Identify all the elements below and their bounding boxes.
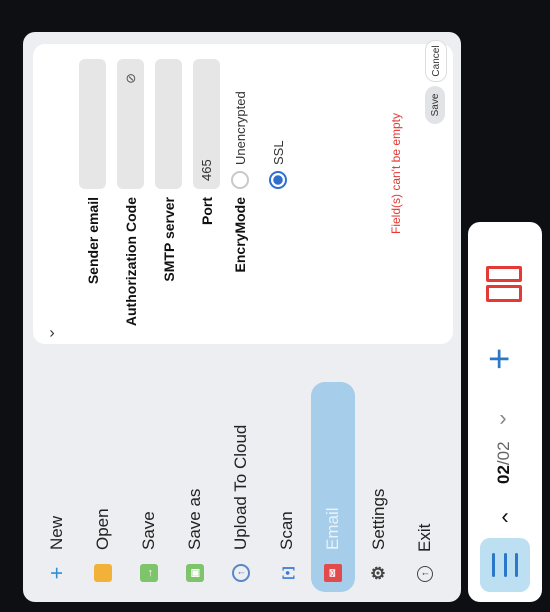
main-menu-panel: + New Open → Save ▣ Save as ↑ Upload To … — [23, 32, 461, 602]
menu-list: + New Open → Save ▣ Save as ↑ Upload To … — [23, 362, 461, 602]
encry-mode-options: Unencrypted — [231, 59, 249, 189]
email-icon: ✉ — [324, 564, 342, 582]
menu-item-open[interactable]: Open — [81, 382, 125, 592]
sender-email-row: Sender email — [79, 54, 106, 334]
radio-unencrypted[interactable]: Unencrypted — [231, 59, 249, 189]
menu-item-label: Scan — [277, 511, 296, 550]
save-as-icon: ▣ — [186, 564, 204, 582]
encry-mode-row: EncryMode Unencrypted — [231, 54, 249, 334]
add-page-icon[interactable]: + — [479, 348, 521, 370]
open-folder-icon — [94, 564, 112, 582]
cloud-upload-icon: ↑ — [232, 564, 250, 582]
port-field[interactable] — [193, 59, 220, 189]
scan-icon: [•] — [279, 566, 295, 580]
menu-item-new[interactable]: + New — [35, 382, 79, 592]
menu-item-exit[interactable]: ↑ Exit — [403, 382, 447, 592]
hamburger-icon — [492, 553, 518, 577]
menu-item-label: Save as — [185, 488, 204, 550]
page-current: 02 — [494, 465, 513, 484]
email-settings-card: › Sender email Authorization Code ⊘ SMTP… — [33, 40, 453, 344]
menu-item-save-as[interactable]: ▣ Save as — [173, 382, 217, 592]
save-icon: → — [140, 564, 158, 582]
radio-unencrypted-circle — [231, 171, 249, 189]
eye-off-icon[interactable]: ⊘ — [123, 73, 139, 84]
gear-icon: ⚙ — [369, 565, 388, 581]
smtp-server-row: SMTP server — [155, 54, 182, 334]
menu-item-label: Email — [323, 507, 342, 550]
page-toolbar: ‹ 02/02 ‹ + — [468, 222, 542, 602]
menu-item-label: Exit — [415, 523, 434, 552]
cancel-button[interactable]: Cancel — [425, 40, 447, 82]
page-total: /02 — [494, 441, 513, 466]
authorization-code-label: Authorization Code — [122, 197, 139, 327]
sender-email-field[interactable] — [79, 59, 106, 189]
sender-email-label: Sender email — [84, 197, 101, 285]
smtp-server-field[interactable] — [155, 59, 182, 189]
menu-item-settings[interactable]: ⚙ Settings — [357, 382, 401, 592]
chevron-right-icon[interactable]: ‹ — [499, 407, 506, 433]
radio-ssl-circle — [269, 171, 287, 189]
split-view-icon[interactable] — [486, 266, 522, 302]
chevron-left-icon[interactable]: ‹ — [501, 503, 508, 529]
menu-item-label: Upload To Cloud — [231, 424, 250, 550]
radio-ssl-label: SSL — [270, 140, 286, 165]
app-stage: + New Open → Save ▣ Save as ↑ Upload To … — [0, 0, 550, 612]
plus-icon: + — [44, 566, 69, 580]
page-indicator: 02/02 — [494, 441, 514, 484]
menu-toggle-button[interactable] — [480, 538, 530, 592]
port-label: Port — [198, 197, 215, 225]
menu-item-upload-to-cloud[interactable]: ↑ Upload To Cloud — [219, 382, 263, 592]
ssl-row: SSL — [269, 54, 287, 334]
encry-mode-label: EncryMode — [232, 197, 248, 273]
menu-item-save[interactable]: → Save — [127, 382, 171, 592]
authorization-code-row: Authorization Code ⊘ — [117, 54, 144, 334]
menu-item-label: New — [47, 515, 66, 550]
error-message: Field(s) can't be empty — [389, 112, 403, 234]
radio-unencrypted-label: Unencrypted — [232, 91, 248, 165]
menu-item-email[interactable]: ✉ Email — [311, 382, 355, 592]
port-row: Port — [193, 54, 220, 334]
menu-item-label: Settings — [369, 488, 388, 550]
authorization-code-wrapper: ⊘ — [117, 59, 144, 189]
menu-item-label: Open — [93, 508, 112, 550]
smtp-server-label: SMTP server — [160, 197, 177, 282]
radio-ssl[interactable]: SSL — [269, 140, 287, 189]
menu-item-label: Save — [139, 511, 158, 550]
chevron-down-icon[interactable]: › — [49, 324, 54, 342]
save-button[interactable]: Save — [425, 86, 445, 124]
exit-icon: ↑ — [417, 566, 433, 582]
menu-item-scan[interactable]: [•] Scan — [265, 382, 309, 592]
